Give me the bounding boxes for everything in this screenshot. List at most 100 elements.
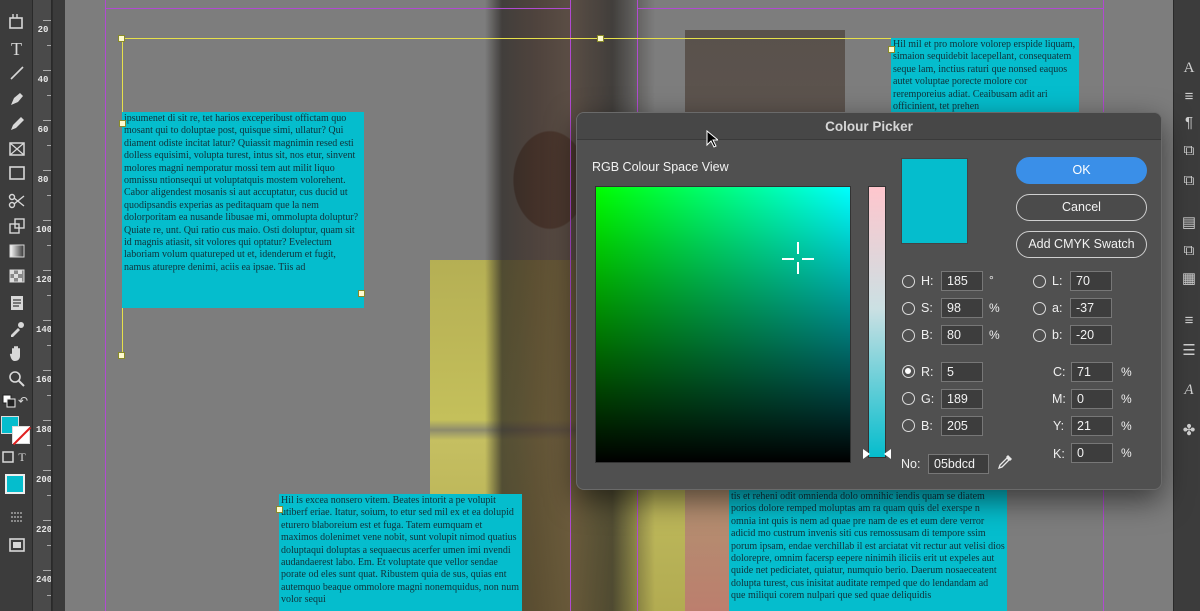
selection-handle[interactable] (597, 35, 604, 42)
selection-handle[interactable] (118, 352, 125, 359)
c-field[interactable]: 71 (1071, 362, 1113, 382)
vertical-ruler[interactable]: 20 40 60 80 100 120 140 160 180 200 220 … (33, 0, 52, 611)
paragraph-panel-icon[interactable]: ¶ (1179, 112, 1199, 132)
r-label: R: (921, 365, 934, 379)
radio-a[interactable] (1033, 302, 1046, 315)
colour-space-label: RGB Colour Space View (592, 160, 729, 174)
text-frame-handle[interactable] (276, 506, 283, 513)
radio-blue[interactable] (902, 419, 915, 432)
scissors-tool-icon[interactable] (4, 190, 29, 212)
ruler-label: 220 (36, 525, 52, 535)
links-panel-icon[interactable]: ▦ (1179, 268, 1199, 288)
add-cmyk-swatch-button[interactable]: Add CMYK Swatch (1016, 231, 1147, 258)
s-label: S: (921, 301, 933, 315)
slider-handle-right[interactable] (884, 449, 891, 459)
slider-handle-left[interactable] (863, 449, 870, 459)
a-field[interactable]: -37 (1070, 298, 1112, 318)
l-field[interactable]: 70 (1070, 271, 1112, 291)
ruler-label: 180 (36, 425, 52, 435)
brightness-field[interactable]: 80 (941, 325, 983, 345)
y-field[interactable]: 21 (1071, 416, 1113, 436)
ruler-label: 80 (37, 175, 49, 185)
radio-l[interactable] (1033, 275, 1046, 288)
dialog-title[interactable]: Colour Picker (577, 113, 1161, 140)
k-label: K: (1053, 447, 1065, 461)
radio-s[interactable] (902, 302, 915, 315)
eyedropper-icon[interactable] (997, 452, 1015, 470)
radio-brightness[interactable] (902, 329, 915, 342)
selection-handle[interactable] (118, 35, 125, 42)
c-unit: % (1121, 365, 1132, 379)
brightness-label: B: (921, 328, 933, 342)
note-tool-icon[interactable] (4, 292, 29, 314)
text-frame-handle[interactable] (888, 46, 895, 53)
radio-lab-b[interactable] (1033, 329, 1046, 342)
g-field[interactable]: 189 (941, 389, 983, 409)
line-tool-icon[interactable] (4, 62, 29, 84)
m-label: M: (1052, 392, 1066, 406)
text-frame-right-top[interactable]: Hil mil et pro molore volorep erspide li… (891, 38, 1079, 112)
formatting-text-icon[interactable]: T (16, 450, 28, 464)
pencil-tool-icon[interactable] (4, 113, 29, 135)
apply-color-icon[interactable] (5, 474, 25, 494)
rectangle-frame-tool-icon[interactable] (4, 138, 29, 160)
ruler-label: 240 (36, 575, 52, 585)
eyedropper-tool-icon[interactable] (4, 318, 29, 340)
radio-r[interactable] (902, 365, 915, 378)
m-field[interactable]: 0 (1071, 389, 1113, 409)
gradient-feather-tool-icon[interactable] (4, 265, 29, 287)
s-field[interactable]: 98 (941, 298, 983, 318)
ruler-label: 20 (37, 25, 49, 35)
text-frame-left-top[interactable]: ipsumenet di sit re, tet harios exceperi… (122, 112, 364, 308)
text-frame-handle[interactable] (358, 290, 365, 297)
lab-b-field[interactable]: -20 (1070, 325, 1112, 345)
stroke-swatch[interactable] (12, 426, 30, 444)
pathfinder-panel-icon[interactable]: ⧉ (1179, 140, 1199, 160)
tools-panel: T ↶ T (0, 0, 33, 611)
character-panel-icon[interactable]: A (1179, 58, 1199, 78)
k-field[interactable]: 0 (1071, 443, 1113, 463)
pen-tool-icon[interactable] (4, 88, 29, 110)
free-transform-tool-icon[interactable] (4, 215, 29, 237)
default-fill-stroke-icon[interactable] (2, 394, 16, 408)
ok-button[interactable]: OK (1016, 157, 1147, 184)
type-tool-icon[interactable]: T (4, 38, 29, 60)
text-frame-handle[interactable] (119, 120, 126, 127)
right-panel-dock: A ≡ ¶ ⧉ ⧉ ▤ ⧉ ▦ ≡ ☰ A ✤ (1173, 0, 1200, 611)
ruler-label: 100 (36, 225, 52, 235)
cancel-button[interactable]: Cancel (1016, 194, 1147, 221)
colour-preview (901, 158, 968, 244)
hex-field[interactable]: 05bdcd (928, 454, 989, 474)
colour-field[interactable] (595, 186, 851, 463)
glyphs-panel-icon[interactable]: A (1179, 380, 1199, 400)
colour-slider[interactable] (868, 186, 886, 458)
swap-fill-stroke-icon[interactable]: ↶ (16, 394, 30, 408)
h-field[interactable]: 185 (941, 271, 983, 291)
formatting-container-icon[interactable] (2, 450, 14, 464)
apply-none-icon[interactable] (4, 505, 29, 527)
ruler-label: 200 (36, 475, 52, 485)
r-field[interactable]: 5 (941, 362, 983, 382)
radio-h[interactable] (902, 275, 915, 288)
effects-panel-icon[interactable]: ✤ (1179, 420, 1199, 440)
blue-field[interactable]: 205 (941, 416, 983, 436)
hand-tool-icon[interactable] (4, 342, 29, 364)
frame-grid-icon[interactable] (4, 10, 29, 32)
gradient-tool-icon[interactable] (4, 240, 29, 262)
rectangle-tool-icon[interactable] (4, 162, 29, 184)
swatches-panel-icon[interactable]: ☰ (1179, 340, 1199, 360)
radio-g[interactable] (902, 392, 915, 405)
layers-panel-icon[interactable]: ⧉ (1179, 240, 1199, 260)
align-panel-icon[interactable]: ≡ (1179, 86, 1199, 106)
transform-panel-icon[interactable]: ⧉ (1179, 170, 1199, 190)
zoom-tool-icon[interactable] (4, 368, 29, 390)
screen-mode-icon[interactable] (4, 534, 29, 556)
s-unit: % (989, 301, 1000, 315)
colour-field-crosshair[interactable] (797, 242, 799, 274)
pages-panel-icon[interactable]: ▤ (1179, 212, 1199, 232)
text-frame-bottom-right[interactable]: tis et reheni odit omnienda dolo omnihic… (729, 490, 1007, 611)
stroke-panel-icon[interactable]: ≡ (1179, 310, 1199, 330)
ruler-label: 140 (36, 325, 52, 335)
text-frame-bottom-left[interactable]: Hil is excea nonsero vitem. Beates intor… (279, 494, 522, 611)
a-label: a: (1052, 301, 1063, 315)
